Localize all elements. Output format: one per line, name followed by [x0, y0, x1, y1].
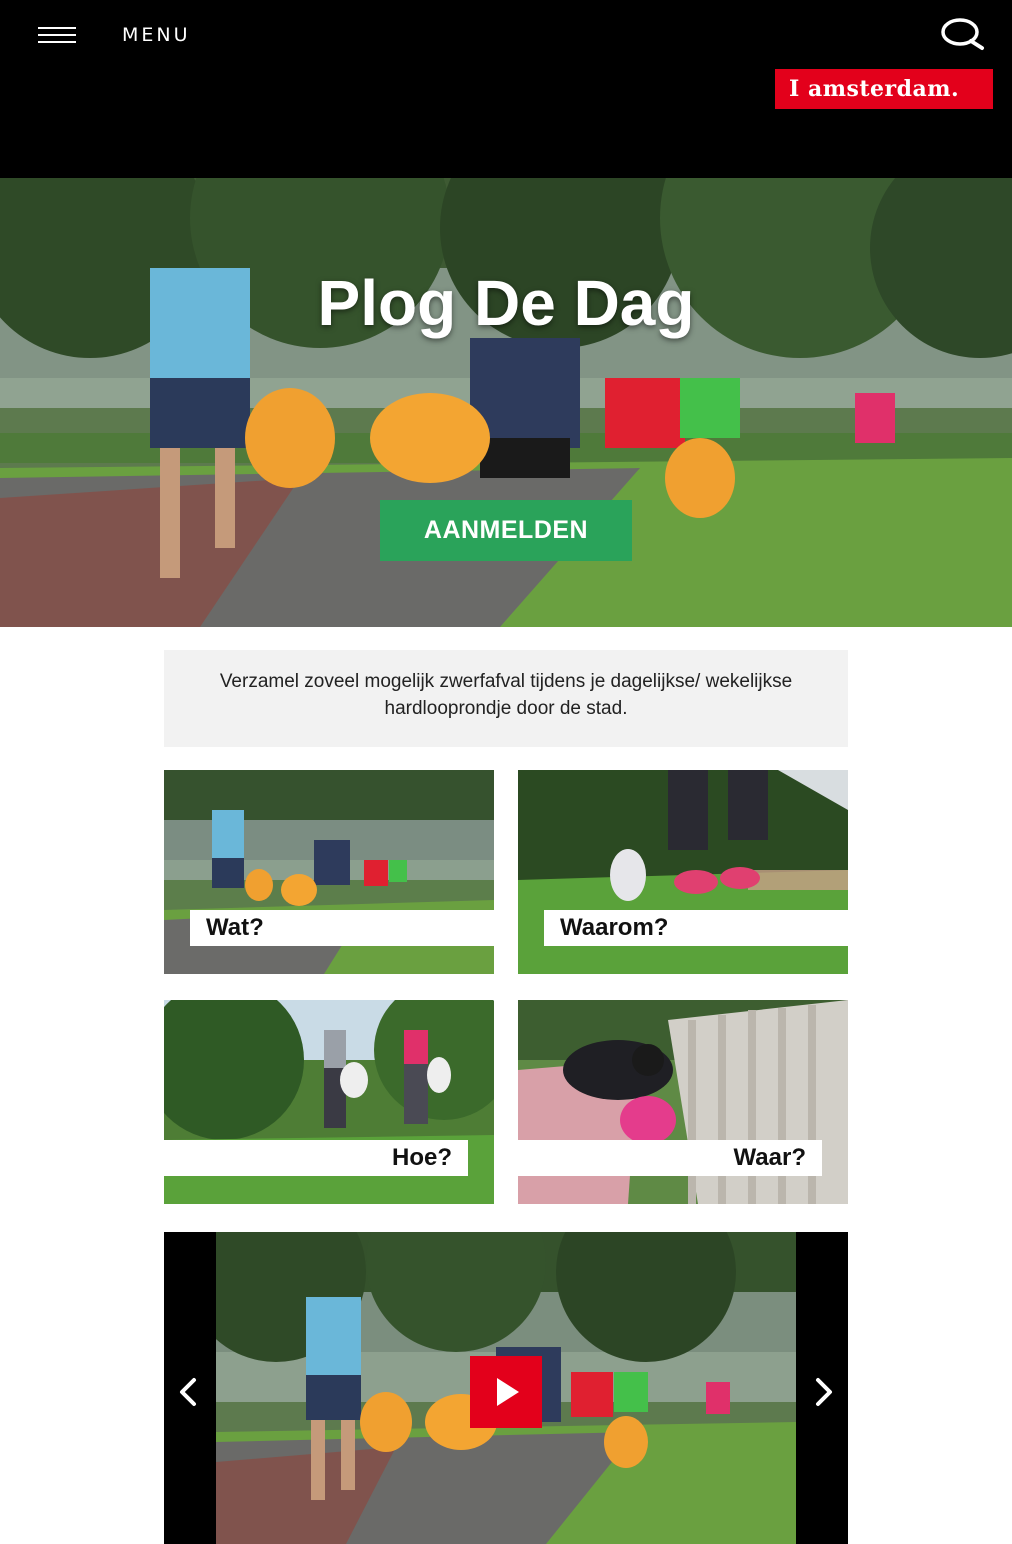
tile-hoe[interactable]: Hoe?	[164, 1000, 494, 1204]
search-icon[interactable]	[938, 16, 986, 52]
site-header: MENU I amsterdam.	[0, 0, 1012, 178]
aanmelden-button[interactable]: AANMELDEN	[380, 500, 632, 561]
chevron-left-icon[interactable]	[170, 1372, 210, 1412]
hamburger-icon[interactable]	[38, 24, 78, 46]
intro-text: Verzamel zoveel mogelijk zwerfafval tijd…	[164, 650, 848, 747]
tile-waarom[interactable]: Waarom?	[518, 770, 848, 974]
chevron-right-icon[interactable]	[802, 1372, 842, 1412]
tile-waar[interactable]: Waar?	[518, 1000, 848, 1204]
hero-title: Plog De Dag	[317, 267, 695, 339]
tile-label-waarom: Waarom?	[544, 910, 848, 946]
tile-label-hoe: Hoe?	[164, 1140, 468, 1176]
hero-banner: Plog De Dag AANMELDEN	[0, 178, 1012, 627]
tile-label-wat: Wat?	[190, 910, 494, 946]
i-amsterdam-logo[interactable]: I amsterdam.	[775, 69, 993, 109]
play-icon[interactable]	[470, 1356, 542, 1428]
menu-label[interactable]: MENU	[122, 24, 191, 46]
tile-label-waar: Waar?	[518, 1140, 822, 1176]
tile-wat[interactable]: Wat?	[164, 770, 494, 974]
video-carousel	[164, 1232, 848, 1544]
